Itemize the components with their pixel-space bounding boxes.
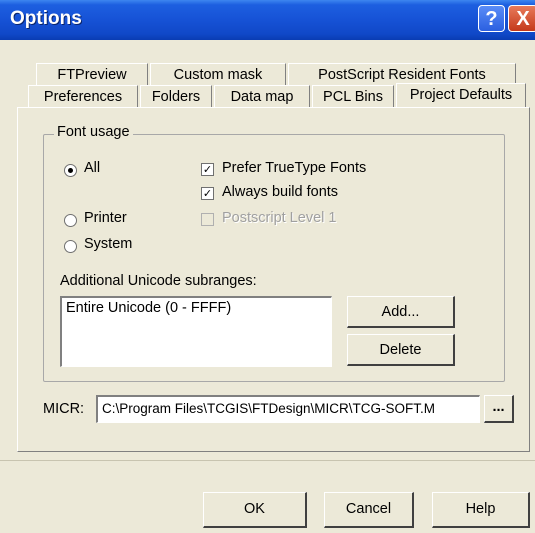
tab-pcl-bins[interactable]: PCL Bins <box>312 85 394 107</box>
tab-postscript-resident-fonts[interactable]: PostScript Resident Fonts <box>288 63 516 85</box>
checkbox-postscript-level-1 <box>201 213 214 226</box>
tab-folders[interactable]: Folders <box>140 85 212 107</box>
tab-preferences[interactable]: Preferences <box>28 85 138 107</box>
add-button[interactable]: Add... <box>347 296 455 328</box>
close-icon[interactable]: X <box>508 5 535 32</box>
tab-ftpreview[interactable]: FTPreview <box>36 63 148 85</box>
radio-all[interactable] <box>64 164 77 177</box>
radio-system-label[interactable]: System <box>84 236 132 252</box>
options-dialog: Options ? X FTPreview Custom mask PostSc… <box>0 0 535 533</box>
checkbox-prefer-truetype[interactable]: ✓ <box>201 163 214 176</box>
always-build-label[interactable]: Always build fonts <box>222 184 338 200</box>
micr-path-value: C:\Program Files\TCGIS\FTDesign\MICR\TCG… <box>102 401 436 416</box>
help-button[interactable]: Help <box>432 492 530 528</box>
font-usage-label: Font usage <box>54 124 133 140</box>
postscript-level-1-label: Postscript Level 1 <box>222 210 337 226</box>
tab-custom-mask[interactable]: Custom mask <box>150 63 286 85</box>
radio-printer-label[interactable]: Printer <box>84 210 127 226</box>
radio-printer[interactable] <box>64 214 77 227</box>
radio-system[interactable] <box>64 240 77 253</box>
window-title: Options <box>10 8 82 29</box>
prefer-truetype-label[interactable]: Prefer TrueType Fonts <box>222 160 366 176</box>
help-icon[interactable]: ? <box>478 5 505 32</box>
checkbox-always-build[interactable]: ✓ <box>201 187 214 200</box>
delete-button[interactable]: Delete <box>347 334 455 366</box>
micr-path-input[interactable]: C:\Program Files\TCGIS\FTDesign\MICR\TCG… <box>96 395 480 423</box>
subranges-listbox[interactable]: Entire Unicode (0 - FFFF) <box>60 296 332 367</box>
list-item[interactable]: Entire Unicode (0 - FFFF) <box>66 300 231 316</box>
ok-button[interactable]: OK <box>203 492 307 528</box>
subranges-label: Additional Unicode subranges: <box>60 273 257 289</box>
title-bar: Options ? X <box>0 0 535 40</box>
radio-all-label[interactable]: All <box>84 160 100 176</box>
micr-browse-button[interactable]: ... <box>484 395 514 423</box>
cancel-button[interactable]: Cancel <box>324 492 414 528</box>
tab-project-defaults[interactable]: Project Defaults <box>396 83 526 108</box>
tab-data-map[interactable]: Data map <box>214 85 310 107</box>
footer-separator <box>0 460 535 461</box>
micr-label: MICR: <box>43 401 85 417</box>
